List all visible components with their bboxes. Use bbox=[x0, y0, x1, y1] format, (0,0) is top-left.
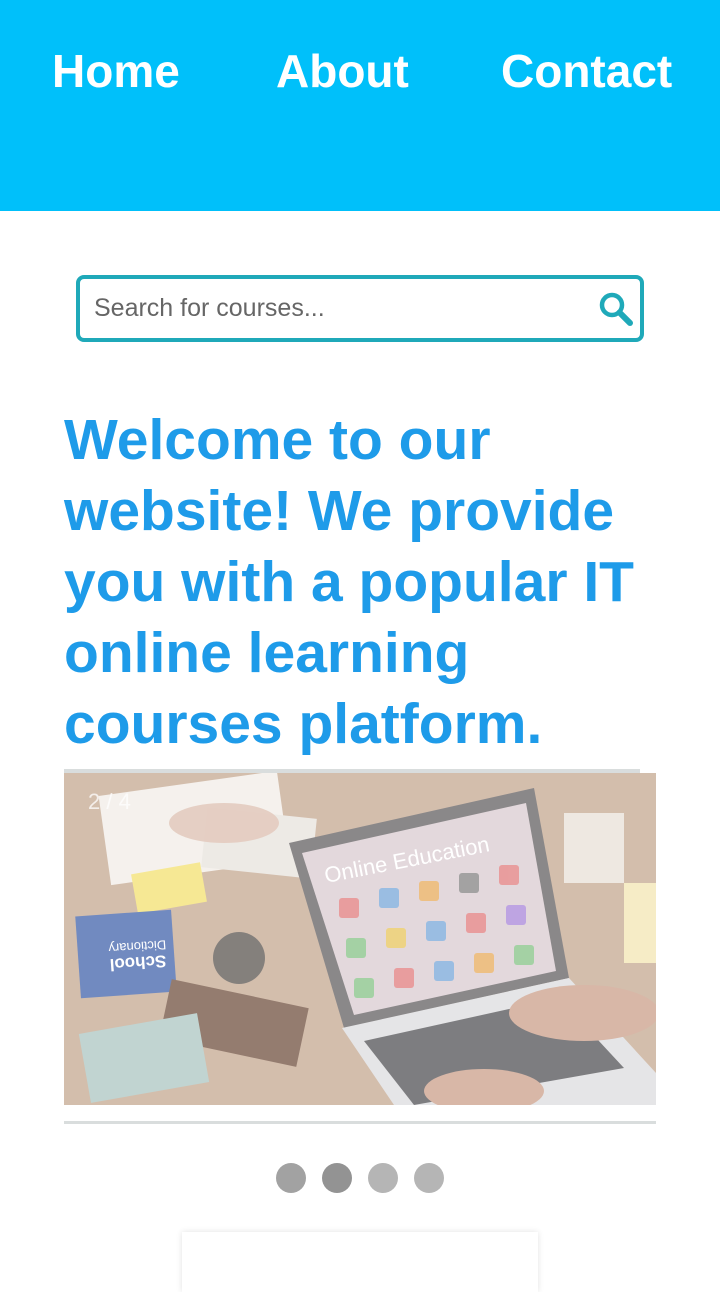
search-input[interactable] bbox=[94, 279, 584, 338]
search-box bbox=[76, 275, 644, 342]
course-card[interactable] bbox=[182, 1232, 538, 1292]
search-button[interactable] bbox=[598, 291, 634, 327]
image-slider[interactable]: School Dictionary Online Education 2 / 4 bbox=[64, 769, 656, 1125]
slide-counter: 2 / 4 bbox=[88, 789, 131, 814]
slider-dot-2[interactable] bbox=[322, 1163, 352, 1193]
nav-contact-link[interactable]: Contact bbox=[501, 44, 672, 98]
slider-dot-3[interactable] bbox=[368, 1163, 398, 1193]
slide-image: School Dictionary Online Education 2 / 4 bbox=[64, 773, 656, 1105]
nav-home-link[interactable]: Home bbox=[52, 44, 180, 98]
slider-dot-1[interactable] bbox=[276, 1163, 306, 1193]
top-nav: Home About Contact bbox=[0, 0, 720, 211]
slider-dot-4[interactable] bbox=[414, 1163, 444, 1193]
search-icon bbox=[599, 292, 633, 326]
hero-headline: Welcome to our website! We provide you w… bbox=[64, 408, 634, 756]
slider-divider-bottom bbox=[64, 1121, 656, 1124]
nav-about-link[interactable]: About bbox=[276, 44, 409, 98]
